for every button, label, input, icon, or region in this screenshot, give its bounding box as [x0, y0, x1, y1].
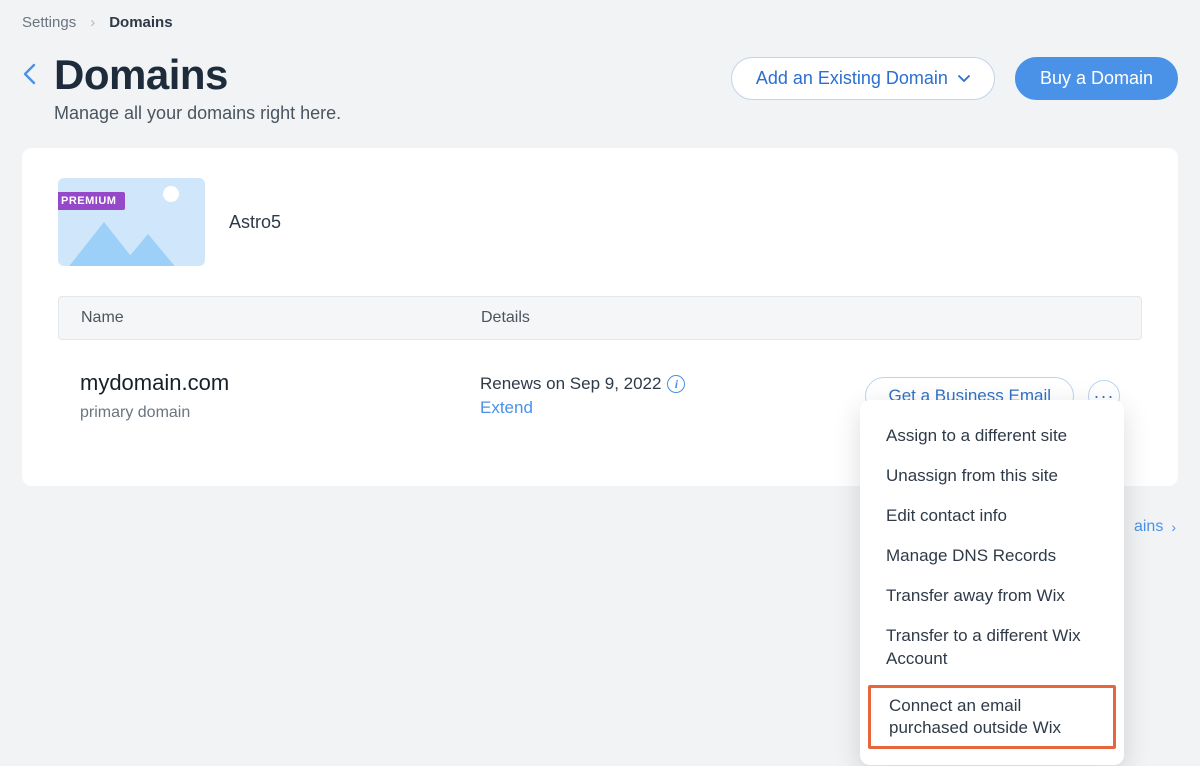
domain-cell: mydomain.com primary domain — [80, 370, 480, 422]
site-row: PREMIUM Astro5 — [22, 178, 1178, 266]
header-actions: Add an Existing Domain Buy a Domain — [731, 57, 1178, 100]
table-header: Name Details — [58, 296, 1142, 340]
menu-connect-external-email[interactable]: Connect an email purchased outside Wix — [868, 685, 1116, 749]
domains-card: PREMIUM Astro5 Name Details mydomain.com… — [22, 148, 1178, 486]
page-title: Domains — [54, 51, 341, 99]
chevron-right-icon: › — [1171, 519, 1176, 535]
menu-transfer-account[interactable]: Transfer to a different Wix Account — [860, 616, 1124, 678]
footer-link-partial[interactable]: ains › — [1134, 518, 1176, 536]
site-name: Astro5 — [229, 212, 281, 233]
domain-name: mydomain.com — [80, 370, 480, 396]
breadcrumb-current: Domains — [109, 14, 172, 31]
menu-assign-different-site[interactable]: Assign to a different site — [860, 416, 1124, 456]
menu-transfer-away[interactable]: Transfer away from Wix — [860, 576, 1124, 616]
domain-sublabel: primary domain — [80, 404, 480, 422]
menu-manage-dns[interactable]: Manage DNS Records — [860, 536, 1124, 576]
details-cell: Renews on Sep 9, 2022 i Extend — [480, 374, 865, 418]
breadcrumb-root[interactable]: Settings — [22, 14, 76, 31]
renew-text: Renews on Sep 9, 2022 — [480, 374, 661, 394]
menu-edit-contact-info[interactable]: Edit contact info — [860, 496, 1124, 536]
chevron-down-icon — [958, 72, 970, 86]
breadcrumb: Settings › Domains — [22, 14, 1178, 31]
back-arrow-icon[interactable] — [22, 63, 36, 91]
buy-domain-label: Buy a Domain — [1040, 68, 1153, 89]
page-subtitle: Manage all your domains right here. — [54, 103, 341, 124]
more-actions-menu: Assign to a different site Unassign from… — [860, 400, 1124, 765]
buy-domain-button[interactable]: Buy a Domain — [1015, 57, 1178, 100]
add-existing-domain-button[interactable]: Add an Existing Domain — [731, 57, 995, 100]
premium-badge: PREMIUM — [58, 192, 125, 210]
site-thumbnail: PREMIUM — [58, 178, 205, 266]
extend-link[interactable]: Extend — [480, 398, 865, 418]
add-existing-domain-label: Add an Existing Domain — [756, 68, 948, 89]
menu-unassign-site[interactable]: Unassign from this site — [860, 456, 1124, 496]
chevron-right-icon: › — [90, 14, 95, 31]
column-name: Name — [81, 309, 481, 327]
column-details: Details — [481, 309, 1119, 327]
info-icon[interactable]: i — [667, 375, 685, 393]
footer-link-text: ains — [1134, 518, 1163, 536]
page-header: Domains Manage all your domains right he… — [22, 51, 1178, 124]
